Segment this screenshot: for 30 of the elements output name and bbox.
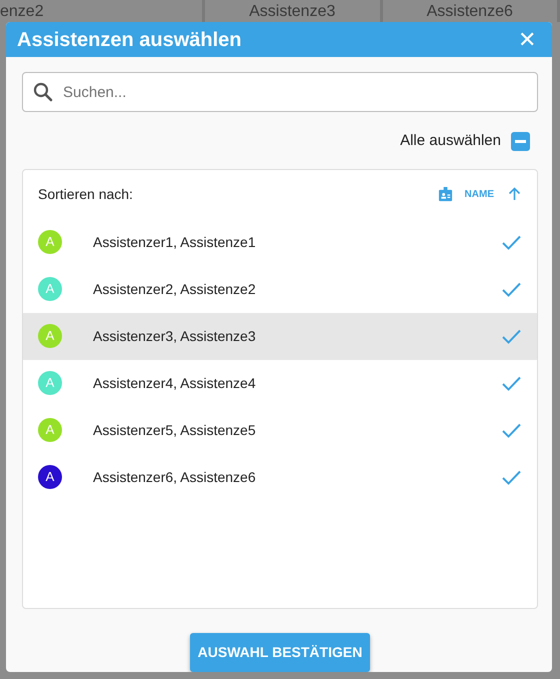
avatar: A [38,230,62,254]
assistant-name: Assistenzer1, Assistenze1 [93,232,257,252]
dialog-title: Assistenzen auswählen [17,28,242,52]
avatar: A [38,465,62,489]
avatar: A [38,277,62,301]
arrow-up-icon[interactable] [508,187,521,201]
assistant-name: Assistenzer4, Assistenze4 [93,374,257,392]
avatar: A [38,371,62,395]
check-icon[interactable] [502,376,521,390]
avatar: A [38,418,62,442]
background-label: Assistenze6 [426,3,513,20]
select-all-label: Alle auswählen [400,131,501,151]
check-icon[interactable] [502,470,521,484]
list-item[interactable]: A Assistenzer3, Assistenze3 [23,312,537,360]
avatar: A [38,324,62,348]
check-icon[interactable] [502,328,521,344]
assistant-name: Assistenzer2, Assistenze2 [93,280,257,298]
background-label: Assistenze3 [249,3,336,20]
minus-icon [515,140,526,143]
id-badge-icon [438,186,453,202]
check-icon[interactable] [502,422,521,438]
sort-label: Sortieren nach: [38,184,134,204]
check-icon[interactable] [502,282,521,296]
background-label: enze2 [0,3,44,20]
assistant-name: Assistenzer5, Assistenze5 [93,420,257,440]
check-icon[interactable] [502,234,521,250]
select-all-checkbox[interactable] [511,132,530,151]
assistant-name: Assistenzer3, Assistenze3 [93,326,257,346]
assistant-name: Assistenzer6, Assistenze6 [93,468,257,486]
search-field[interactable]: Suchen... [22,72,538,112]
